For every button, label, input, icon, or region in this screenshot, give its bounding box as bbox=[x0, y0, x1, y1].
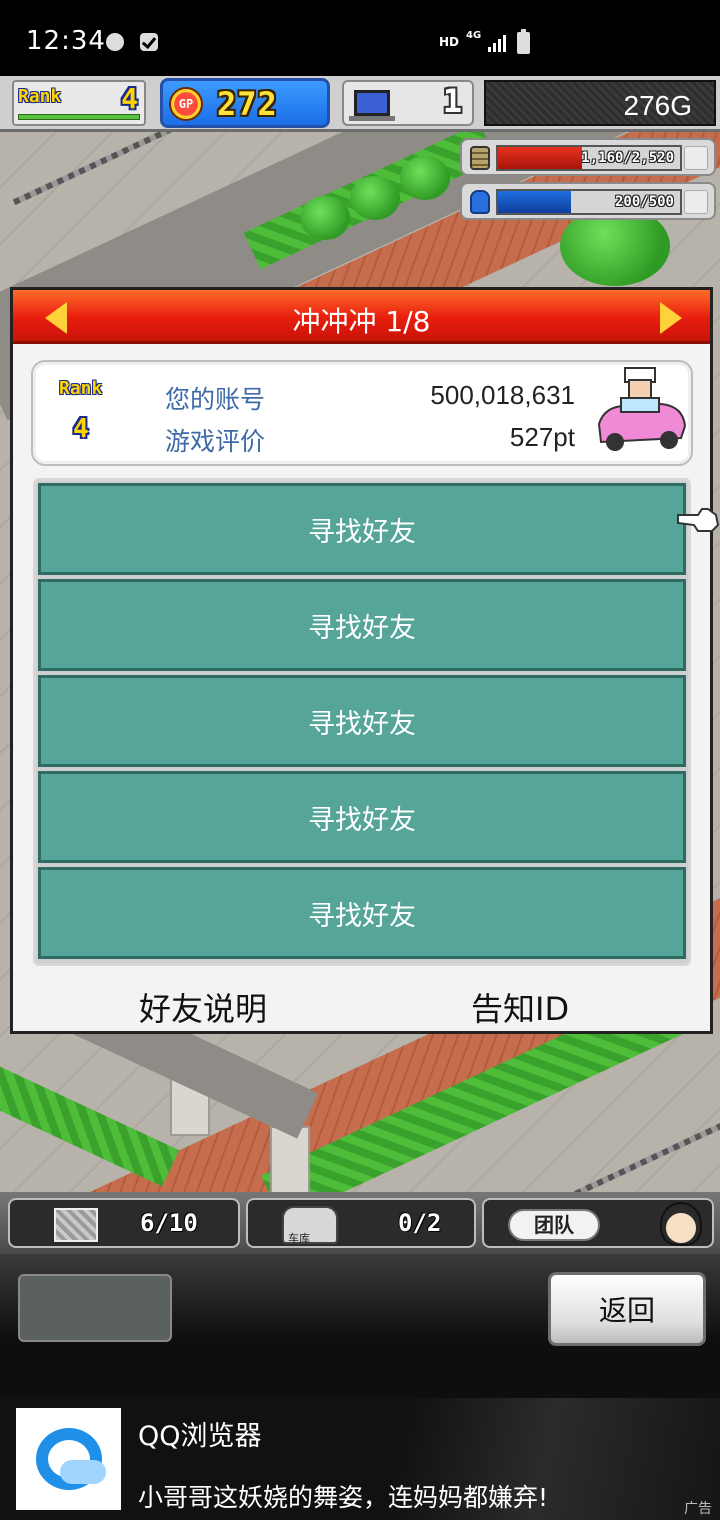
rank-value: 4 bbox=[121, 82, 138, 115]
fuel-resource-bar: 200/500 bbox=[460, 182, 716, 220]
pink-car-icon bbox=[597, 367, 687, 451]
battery-icon bbox=[517, 29, 530, 54]
garage-tab[interactable]: 车库 0/2 bbox=[246, 1198, 476, 1248]
ad-banner[interactable]: QQ浏览器 小哥哥这妖娆的舞姿，连妈妈都嫌弃! 广告 bbox=[0, 1398, 720, 1520]
info-rank-label: Rank bbox=[59, 378, 103, 399]
checkbox-notification-icon bbox=[140, 33, 158, 51]
friends-dialog: 冲冲冲 1/8 Rank 4 您的账号 500,018,631 游戏评价 527… bbox=[10, 287, 713, 1034]
coin-resource-bar: 1,160/2,520 bbox=[460, 138, 716, 176]
inventory-count: 6/10 bbox=[140, 1209, 198, 1237]
team-tab[interactable]: 团队 bbox=[482, 1198, 714, 1248]
ad-text: 小哥哥这妖娆的舞姿，连妈妈都嫌弃! bbox=[138, 1483, 549, 1512]
computer-count: 1 bbox=[442, 82, 462, 120]
rank-progress-bar bbox=[18, 114, 140, 120]
garage-caption: 车库 bbox=[288, 1232, 310, 1245]
share-id-button[interactable]: 告知ID bbox=[471, 984, 569, 1030]
team-label: 团队 bbox=[508, 1209, 600, 1241]
friend-slot-list: 寻找好友 寻找好友 寻找好友 寻找好友 寻找好友 bbox=[33, 478, 691, 966]
pointing-hand-icon bbox=[677, 508, 720, 532]
top-hud: Rank 4 GP 272 1 276G bbox=[0, 76, 720, 132]
coin-resource-fill bbox=[498, 147, 582, 169]
status-bar: 12:34 HD 4G bbox=[0, 0, 720, 76]
next-page-arrow-icon[interactable] bbox=[660, 302, 682, 334]
dialog-header: 冲冲冲 1/8 bbox=[13, 290, 710, 344]
coin-resource-text: 1,160/2,520 bbox=[581, 150, 674, 166]
gp-value: 272 bbox=[217, 85, 278, 123]
rank-label: Rank bbox=[18, 86, 62, 107]
fuel-resource-fill bbox=[498, 191, 571, 213]
fuel-resource-track: 200/500 bbox=[496, 189, 682, 215]
coin-resource-track: 1,160/2,520 bbox=[496, 145, 682, 171]
inventory-tab[interactable]: 6/10 bbox=[8, 1198, 240, 1248]
dialog-title: 冲冲冲 1/8 bbox=[292, 305, 431, 338]
computer-counter[interactable]: 1 bbox=[342, 80, 474, 126]
back-button[interactable]: 返回 bbox=[548, 1272, 706, 1346]
app-notification-icon bbox=[106, 33, 124, 51]
gp-counter[interactable]: GP 272 bbox=[160, 78, 330, 128]
bottom-tabs: 6/10 车库 0/2 团队 bbox=[0, 1192, 720, 1254]
crate-icon bbox=[54, 1208, 98, 1242]
command-area: 返回 bbox=[0, 1254, 720, 1398]
signal-icon bbox=[488, 34, 506, 52]
garage-count: 0/2 bbox=[398, 1209, 442, 1237]
ad-badge: 广告 bbox=[684, 1501, 712, 1517]
fuel-bottle-icon bbox=[470, 190, 490, 214]
ad-title: QQ浏览器 bbox=[138, 1421, 262, 1452]
fuel-resource-text: 200/500 bbox=[614, 194, 674, 210]
rating-label: 游戏评价 bbox=[165, 427, 266, 456]
rating-value: 527pt bbox=[509, 422, 575, 452]
find-friend-button-2[interactable]: 寻找好友 bbox=[38, 579, 686, 671]
gp-coin-icon: GP bbox=[169, 87, 203, 121]
money-display: 276G bbox=[484, 80, 716, 126]
network-type-indicator: 4G bbox=[466, 30, 482, 41]
find-friend-button-4[interactable]: 寻找好友 bbox=[38, 771, 686, 863]
coin-stack-icon bbox=[470, 146, 490, 170]
computer-icon bbox=[349, 90, 395, 121]
qq-browser-logo-icon bbox=[16, 1408, 121, 1510]
find-friend-button-1[interactable]: 寻找好友 bbox=[38, 483, 686, 575]
money-value: 276G bbox=[623, 90, 693, 121]
account-value: 500,018,631 bbox=[430, 380, 575, 410]
staff-face-icon bbox=[660, 1202, 702, 1246]
find-friend-button-5[interactable]: 寻找好友 bbox=[38, 867, 686, 959]
empty-command-slot[interactable] bbox=[18, 1274, 172, 1342]
friend-help-button[interactable]: 好友说明 bbox=[139, 984, 267, 1030]
player-rank-panel[interactable]: Rank 4 bbox=[12, 80, 146, 126]
find-friend-button-3[interactable]: 寻找好友 bbox=[38, 675, 686, 767]
info-rank-value: 4 bbox=[73, 414, 89, 444]
bottom-game-bar: 6/10 车库 0/2 团队 返回 bbox=[0, 1192, 720, 1398]
hd-indicator: HD bbox=[439, 35, 460, 49]
account-label: 您的账号 bbox=[165, 385, 266, 414]
player-info-card: Rank 4 您的账号 500,018,631 游戏评价 527pt bbox=[31, 360, 693, 466]
status-time: 12:34 bbox=[26, 26, 106, 56]
